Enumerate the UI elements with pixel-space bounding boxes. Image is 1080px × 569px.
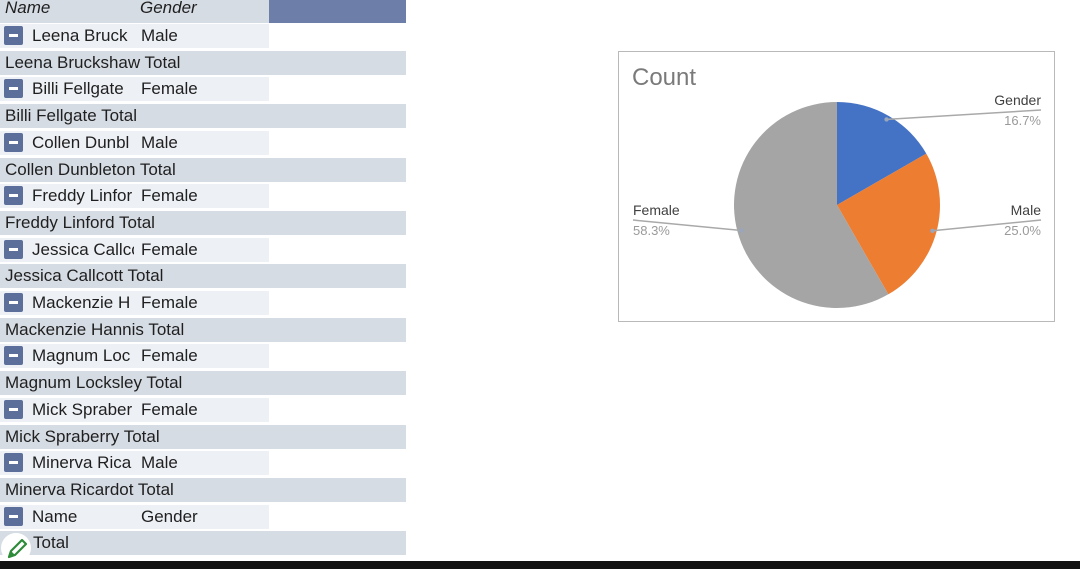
slice-percent-male: 25.0%	[1004, 223, 1041, 238]
row-gender-cell: Female	[141, 293, 198, 312]
bottom-bar	[0, 561, 1080, 569]
edit-button[interactable]	[1, 533, 31, 563]
collapse-icon[interactable]	[4, 186, 23, 206]
row-gender-cell: Female	[141, 239, 198, 259]
row-gender-cell: Female	[141, 399, 198, 419]
total-row[interactable]: Freddy Linford Total	[0, 210, 406, 235]
total-row[interactable]: Minerva Ricardot Total	[0, 477, 406, 502]
row-gender-cell: Male	[141, 453, 178, 473]
pencil-icon	[7, 538, 28, 559]
table-row[interactable]: Name Gender	[0, 504, 406, 529]
row-total-label: Magnum Locksley Total	[5, 373, 183, 393]
table-row[interactable]: Mick Spraber Female	[0, 397, 406, 422]
row-total-label: Billi Fellgate Total	[5, 106, 137, 126]
row-name-cell: Minerva Rica	[32, 453, 132, 473]
row-gender-cell: Female	[141, 79, 198, 99]
row-total-label: me Total	[5, 533, 69, 553]
row-total-label: Minerva Ricardot Total	[5, 479, 174, 499]
row-total-label: Collen Dunbleton Total	[5, 159, 176, 179]
row-total-label: Jessica Callcott Total	[5, 266, 164, 286]
collapse-icon[interactable]	[4, 453, 23, 473]
total-row[interactable]: Billi Fellgate Total	[0, 104, 406, 129]
collapse-icon[interactable]	[4, 506, 23, 526]
table-row[interactable]: Mackenzie H Female	[0, 291, 406, 315]
table-row[interactable]: Minerva Rica Male	[0, 451, 406, 476]
total-row[interactable]: Leena Bruckshaw Total	[0, 50, 406, 75]
row-gender-cell: Female	[141, 186, 198, 206]
total-row[interactable]: Mick Spraberry Total	[0, 424, 406, 449]
total-row[interactable]: me Total	[0, 531, 406, 556]
row-total-label: Mackenzie Hannis Total	[5, 319, 185, 339]
table-row[interactable]: Jessica Callcc Female	[0, 237, 406, 262]
table-row[interactable]: Freddy Linfor Female	[0, 184, 406, 209]
table-row[interactable]: Leena Bruck Male	[0, 24, 406, 48]
table-row[interactable]: Magnum Loc Female	[0, 344, 406, 369]
slice-percent-female: 58.3%	[633, 223, 670, 238]
collapse-icon[interactable]	[4, 399, 23, 419]
row-name-cell: Name	[32, 506, 78, 526]
leader-dot-gender	[884, 117, 889, 122]
leader-dot-male	[930, 228, 935, 233]
header-name-label: Name	[5, 0, 51, 17]
pie-svg: Gender 16.7% Male 25.0% Female 58.3%	[632, 92, 1042, 309]
total-row[interactable]: Jessica Callcott Total	[0, 264, 406, 289]
slice-percent-gender: 16.7%	[1004, 113, 1041, 128]
row-gender-cell: Male	[141, 26, 178, 45]
pivot-header: Name Gender	[0, 0, 406, 23]
row-total-label: Mick Spraberry Total	[5, 426, 160, 446]
table-row[interactable]: Billi Fellgate Female	[0, 77, 406, 102]
total-row[interactable]: Collen Dunbleton Total	[0, 157, 406, 182]
leader-dot-female	[739, 228, 744, 233]
collapse-icon[interactable]	[4, 239, 23, 259]
header-empty-cell[interactable]	[269, 0, 406, 23]
row-name-cell: Freddy Linfor	[32, 186, 133, 206]
pie-chart[interactable]: Count Gender 16.7% Male 25.0% Female 58.3%	[618, 51, 1055, 322]
collapse-icon[interactable]	[4, 79, 23, 99]
slice-label-female: Female	[633, 202, 680, 218]
row-gender-cell: Female	[141, 346, 198, 366]
header-name-cell[interactable]: Name	[0, 0, 135, 23]
total-row[interactable]: Magnum Locksley Total	[0, 371, 406, 396]
total-row[interactable]: Mackenzie Hannis Total	[0, 317, 406, 342]
row-name-cell: Mackenzie H	[32, 293, 131, 312]
row-total-label: Freddy Linford Total	[5, 212, 155, 232]
collapse-icon[interactable]	[4, 346, 23, 366]
header-gender-label: Gender	[140, 0, 197, 17]
table-row[interactable]: Collen Dunbl Male	[0, 130, 406, 155]
row-name-cell: Magnum Loc	[32, 346, 131, 366]
slice-label-gender: Gender	[994, 92, 1041, 108]
collapse-icon[interactable]	[4, 293, 23, 312]
row-name-cell: Leena Bruck	[32, 26, 128, 45]
row-name-cell: Mick Spraber	[32, 399, 133, 419]
header-gender-cell[interactable]: Gender	[135, 0, 269, 23]
slice-label-male: Male	[1011, 202, 1042, 218]
row-gender-cell: Gender	[141, 506, 198, 526]
row-name-cell: Collen Dunbl	[32, 132, 130, 152]
row-name-cell: Billi Fellgate	[32, 79, 124, 99]
row-name-cell: Jessica Callcc	[32, 239, 134, 259]
row-total-label: Leena Bruckshaw Total	[5, 52, 181, 72]
row-gender-cell: Male	[141, 132, 178, 152]
collapse-icon[interactable]	[4, 26, 23, 45]
collapse-icon[interactable]	[4, 132, 23, 152]
